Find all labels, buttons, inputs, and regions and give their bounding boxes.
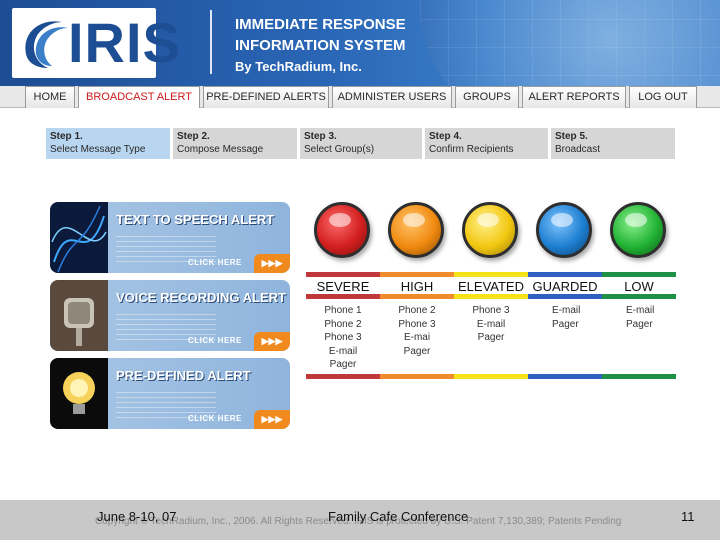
channels-elevated: Phone 3 E-mail Pager (454, 304, 528, 345)
tab-groups[interactable]: GROUPS (455, 86, 519, 108)
step-number: Step 4. (429, 131, 462, 142)
channel-item: E-mail (552, 305, 581, 316)
high-bar (380, 294, 454, 299)
guarded-bar (528, 374, 602, 379)
step-number: Step 1. (50, 131, 83, 142)
level-name-elevated: ELEVATED (458, 279, 524, 294)
tab-broadcast-alert[interactable]: BROADCAST ALERT (78, 86, 200, 108)
channel-item: Pager (329, 359, 357, 370)
step-4[interactable]: Step 4. Confirm Recipients (425, 128, 548, 159)
channel-item: Phone 2 (324, 318, 362, 330)
arrow-button[interactable]: ▶▶▶ (254, 332, 290, 351)
channel-item: E-mail (476, 318, 506, 330)
severe-light[interactable] (314, 202, 370, 258)
step-label: Compose Message (177, 144, 264, 155)
channel-item: Phone 3 (324, 332, 362, 343)
low-bar (602, 272, 676, 277)
high-bar (380, 272, 454, 277)
step-number: Step 3. (304, 131, 337, 142)
guarded-light[interactable] (536, 202, 592, 258)
level-name-low: LOW (624, 279, 654, 294)
channel-item: Phone 2 (398, 305, 436, 316)
iris-logo: IRIS (12, 8, 180, 78)
tab-log-out[interactable]: LOG OUT (629, 86, 697, 108)
level-name-guarded: GUARDED (532, 279, 598, 294)
step-label: Confirm Recipients (429, 144, 514, 155)
app-header: IRIS IMMEDIATE RESPONSE INFORMATION SYST… (0, 0, 720, 86)
step-label: Select Group(s) (304, 144, 375, 155)
wires-icon (50, 202, 108, 273)
byline: By TechRadium, Inc. (235, 59, 362, 74)
low-bar (602, 374, 676, 379)
low-bar (602, 294, 676, 299)
channel-item: Pager (403, 345, 431, 357)
step-label: Select Message Type (50, 144, 146, 155)
tab-home[interactable]: HOME (25, 86, 75, 108)
channel-item: Phone 3 (472, 305, 510, 316)
page-number: 11 (681, 509, 695, 524)
guarded-bar (528, 294, 602, 299)
channel-item: Phone 1 (324, 305, 362, 316)
channels-low: E-mail Pager (602, 304, 676, 331)
step-3[interactable]: Step 3. Select Group(s) (300, 128, 422, 159)
alert-title: VOICE RECORDING ALERT (116, 290, 286, 305)
channel-item: E-mail (626, 305, 655, 316)
channel-item: E-mai (403, 332, 431, 343)
severe-bar (306, 272, 380, 277)
channel-item: E-mail (328, 345, 358, 357)
channels-severe: Phone 1 Phone 2 Phone 3 E-mail Pager (306, 304, 380, 372)
logo-text: IRIS (68, 11, 181, 74)
click-here-label[interactable]: CLICK HERE (188, 414, 242, 423)
click-here-label[interactable]: CLICK HERE (188, 258, 242, 267)
elevated-bar (454, 272, 528, 277)
globe-graphic (420, 0, 720, 86)
elevated-bar (454, 374, 528, 379)
high-light[interactable] (388, 202, 444, 258)
text-to-speech-alert-card[interactable]: TEXT TO SPEECH ALERT CLICK HERE ▶▶▶ (50, 202, 290, 273)
arrow-button[interactable]: ▶▶▶ (254, 410, 290, 429)
microphone-icon (50, 280, 108, 351)
title-line-1: IMMEDIATE RESPONSE (235, 16, 406, 33)
level-name-severe: SEVERE (316, 279, 370, 294)
tab-alert-reports[interactable]: ALERT REPORTS (522, 86, 626, 108)
step-5[interactable]: Step 5. Broadcast (551, 128, 675, 159)
title-line-2: INFORMATION SYSTEM (235, 37, 406, 54)
channel-item: Pager (477, 332, 505, 343)
click-here-label[interactable]: CLICK HERE (188, 336, 242, 345)
footer-event: Family Cafe Conference (328, 509, 469, 524)
severe-bar (306, 294, 380, 299)
elevated-bar (454, 294, 528, 299)
swoosh-icon (25, 21, 68, 68)
arrow-button[interactable]: ▶▶▶ (254, 254, 290, 273)
product-title: IMMEDIATE RESPONSE INFORMATION SYSTEM By… (235, 14, 406, 77)
step-label: Broadcast (555, 144, 601, 155)
channels-guarded: E-mail Pager (528, 304, 602, 331)
step-number: Step 2. (177, 131, 210, 142)
high-bar (380, 374, 454, 379)
lightbulb-icon (50, 358, 108, 429)
level-name-high: HIGH (400, 279, 434, 294)
footer-date: June 8-10, 07 (97, 509, 177, 524)
pre-defined-alert-card[interactable]: PRE-DEFINED ALERT CLICK HERE ▶▶▶ (50, 358, 290, 429)
elevated-light[interactable] (462, 202, 518, 258)
severe-bar (306, 374, 380, 379)
step-2[interactable]: Step 2. Compose Message (173, 128, 297, 159)
channel-item: Pager (626, 318, 653, 330)
voice-recording-alert-card[interactable]: VOICE RECORDING ALERT CLICK HERE ▶▶▶ (50, 280, 290, 351)
channel-item: Phone 3 (398, 318, 436, 330)
tab-administer-users[interactable]: ADMINISTER USERS (332, 86, 452, 108)
step-1[interactable]: Step 1. Select Message Type (46, 128, 170, 159)
header-divider (210, 10, 212, 74)
tab-pre-defined-alerts[interactable]: PRE-DEFINED ALERTS (203, 86, 329, 108)
low-light[interactable] (610, 202, 666, 258)
step-number: Step 5. (555, 131, 588, 142)
channel-item: Pager (552, 318, 579, 330)
guarded-bar (528, 272, 602, 277)
alert-title: PRE-DEFINED ALERT (116, 368, 251, 383)
channels-high: Phone 2 Phone 3 E-mai Pager (380, 304, 454, 358)
alert-title: TEXT TO SPEECH ALERT (116, 212, 275, 227)
